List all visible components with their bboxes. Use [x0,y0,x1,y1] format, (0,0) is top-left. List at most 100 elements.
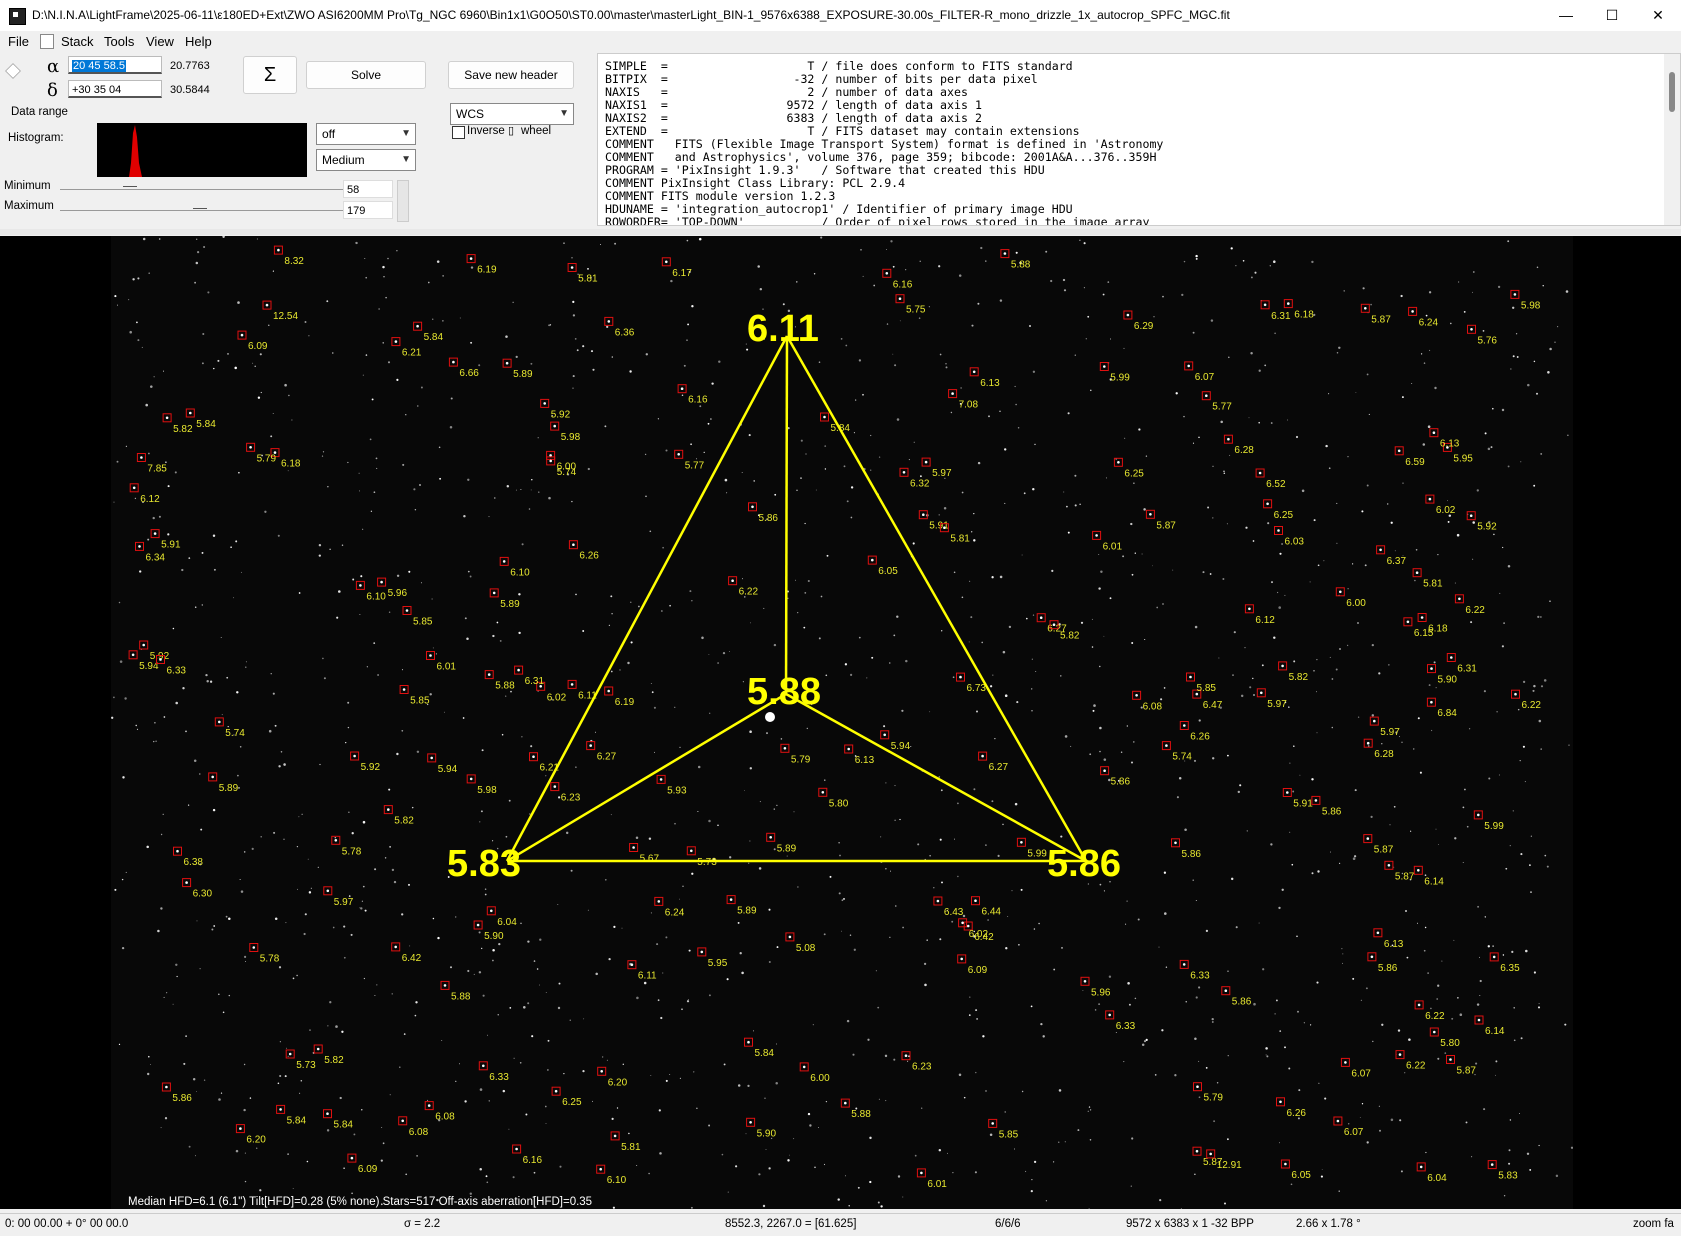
star-hfd-label: 6.07 [1195,372,1215,383]
background-star [1134,552,1136,554]
background-star [894,364,897,367]
level-select[interactable]: Medium ▼ [316,149,416,171]
background-star [196,238,198,240]
background-star [928,306,930,308]
detected-star [401,1119,405,1123]
sigma-button[interactable]: Σ [243,56,297,94]
menu-file[interactable]: File [8,34,29,49]
star-image[interactable]: 6.05 6.44 6.32 6.33 6.52 6.26 6.22 6.10 6.84 6.73… [111,235,1574,1210]
header-scrollbar[interactable] [1664,54,1680,225]
background-star [796,489,798,491]
histogram-plot [129,125,142,177]
background-star [665,1079,668,1082]
background-star [1045,250,1048,253]
background-star [1031,710,1033,712]
detected-star [1205,394,1208,397]
background-star [743,789,745,791]
background-star [870,469,872,471]
background-star [347,701,350,704]
maximum-slider-thumb[interactable] [193,208,207,209]
background-star [1131,1137,1134,1140]
background-star [1125,923,1127,925]
background-star [300,1079,303,1082]
detected-star [1344,1061,1347,1064]
background-star [196,1091,197,1093]
background-star [592,368,595,371]
detected-star [469,257,473,260]
background-star [1025,1170,1027,1173]
background-star [1540,616,1542,618]
background-star [860,249,862,251]
background-star [1458,281,1460,283]
maximize-button[interactable]: ☐ [1589,0,1635,31]
background-star [703,451,705,454]
background-star [969,996,971,998]
background-star [339,1096,342,1100]
background-star [1555,1174,1559,1178]
background-star [355,241,358,245]
save-new-header-button[interactable]: Save new header [448,61,574,89]
dec-input[interactable]: +30 35 04 [68,80,162,98]
background-star [470,341,473,344]
crosshair-icon[interactable] [5,63,21,79]
background-star [251,847,254,851]
header-scrollbar-thumb[interactable] [1669,72,1675,112]
background-star [1564,1023,1567,1026]
background-star [797,886,799,888]
maximum-slider[interactable] [60,210,345,211]
menu-view[interactable]: View [146,34,174,49]
background-star [1131,642,1134,644]
hfd-info-overlay: Median HFD=6.1 (6.1") Tilt[HFD]=0.28 (5%… [128,1196,593,1208]
background-star [711,382,714,385]
background-star [921,1107,923,1109]
star-hfd-label: 5.90 [484,931,504,942]
menu-tools[interactable]: Tools [104,34,134,49]
background-star [1195,900,1197,901]
panel-splitter[interactable] [0,229,1681,235]
minimize-button[interactable]: — [1543,0,1589,31]
background-star [994,738,996,740]
menu-stack[interactable]: Stack [61,34,94,49]
background-star [899,320,901,322]
star-hfd-label: 5.77 [685,460,705,471]
minimum-slider-thumb[interactable] [123,186,137,187]
background-star [1435,687,1437,689]
background-star [975,1009,978,1012]
background-star [1020,888,1023,891]
solve-button[interactable]: Solve [306,61,426,89]
background-star [245,960,246,962]
menu-help[interactable]: Help [185,34,212,49]
background-star [653,706,656,709]
background-star [389,846,391,848]
range-scrollbar[interactable] [397,180,409,222]
fits-header-panel[interactable]: SIMPLE = T / file does conform to FITS s… [597,53,1681,226]
background-star [1533,360,1536,363]
star-hfd-label: 6.22 [1522,700,1542,711]
wcs-select[interactable]: WCS ▼ [450,103,574,125]
background-star [268,729,272,733]
background-star [469,575,472,578]
image-viewer[interactable]: 6.05 6.44 6.32 6.33 6.52 6.26 6.22 6.10 6.84 6.73… [0,235,1681,1210]
minimum-slider[interactable] [60,189,345,190]
minimum-input[interactable]: 58 [343,180,393,198]
close-button[interactable]: ✕ [1635,0,1681,31]
background-star [362,374,364,376]
star-hfd-label: 6.33 [1116,1021,1136,1032]
background-star [982,1035,985,1038]
maximum-input[interactable]: 179 [343,201,393,219]
background-star [327,486,329,488]
background-star [1185,1001,1187,1003]
background-star [280,751,283,753]
background-star [1526,1152,1530,1156]
background-star [917,843,920,846]
background-star [818,637,821,640]
detected-star [821,791,825,794]
inverse-checkbox[interactable] [452,126,465,139]
background-star [804,522,806,525]
background-star [1466,825,1469,828]
star-hfd-label: 5.81 [1423,579,1443,590]
background-star [403,1033,406,1035]
star-hfd-label: 6.13 [1440,439,1460,450]
ra-input[interactable]: 20 45 58.5 [68,56,162,74]
stretch-select[interactable]: off ▼ [316,123,416,145]
